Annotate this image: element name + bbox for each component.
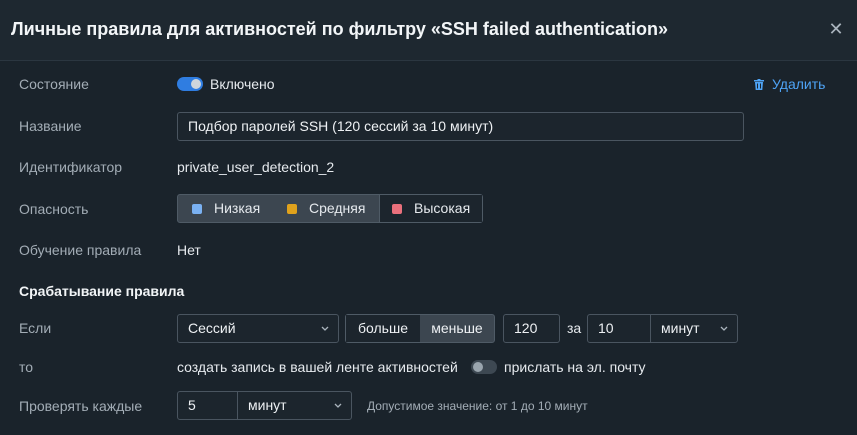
state-label: Состояние	[19, 76, 89, 92]
period-unit-value: минут	[661, 320, 700, 336]
period-unit-select[interactable]: минут	[650, 314, 738, 343]
identifier-label: Идентификатор	[19, 159, 123, 175]
name-label: Название	[19, 118, 82, 134]
severity-option-high[interactable]: Высокая	[379, 195, 482, 222]
high-severity-swatch	[392, 204, 402, 214]
if-label: Если	[19, 320, 52, 336]
toggle-knob	[473, 362, 483, 372]
toggle-knob	[191, 79, 201, 89]
chevron-down-icon	[334, 403, 342, 408]
trash-icon	[754, 79, 764, 90]
close-icon[interactable]: ✕	[826, 19, 846, 39]
learning-value: Нет	[177, 242, 201, 258]
comparison-selector: больше меньше	[345, 314, 495, 343]
severity-option-low[interactable]: Низкая	[192, 195, 260, 222]
delete-button[interactable]: Удалить	[754, 76, 825, 92]
for-label: за	[567, 320, 582, 336]
check-unit-select[interactable]: минут	[237, 391, 352, 420]
name-input[interactable]: Подбор паролей SSH (120 сессий за 10 мин…	[177, 112, 744, 141]
chevron-down-icon	[720, 326, 728, 331]
check-unit-value: минут	[248, 397, 287, 413]
dialog-title: Личные правила для активностей по фильтр…	[11, 19, 668, 39]
check-interval-hint: Допустимое значение: от 1 до 10 минут	[367, 399, 588, 413]
check-interval-input[interactable]: 5	[177, 391, 238, 420]
state-value: Включено	[210, 76, 275, 92]
trigger-section-title: Срабатывание правила	[19, 283, 185, 299]
learning-label: Обучение правила	[19, 242, 142, 258]
then-action: создать запись в вашей ленте активностей	[177, 359, 458, 375]
state-toggle[interactable]	[177, 77, 203, 91]
period-input[interactable]: 10	[587, 314, 651, 343]
compare-greater[interactable]: больше	[346, 315, 420, 342]
metric-select[interactable]: Сессий	[177, 314, 339, 343]
severity-option-medium[interactable]: Средняя	[287, 195, 365, 222]
delete-label: Удалить	[772, 76, 826, 92]
chevron-down-icon	[321, 326, 329, 331]
metric-value: Сессий	[188, 320, 236, 336]
threshold-input[interactable]: 120	[503, 314, 560, 343]
identifier-value: private_user_detection_2	[177, 159, 335, 175]
email-label: прислать на эл. почту	[504, 359, 646, 375]
email-toggle[interactable]	[471, 360, 497, 374]
severity-option-label: Низкая	[214, 200, 261, 216]
low-severity-swatch	[192, 204, 202, 214]
severity-selector: Низкая Средняя Высокая	[177, 194, 483, 223]
severity-option-label: Средняя	[309, 200, 366, 216]
dialog-header: Личные правила для активностей по фильтр…	[0, 0, 857, 61]
compare-less[interactable]: меньше	[420, 315, 494, 342]
severity-label: Опасность	[19, 201, 89, 217]
severity-option-label: Высокая	[414, 200, 471, 216]
check-interval-label: Проверять каждые	[19, 398, 143, 414]
medium-severity-swatch	[287, 204, 297, 214]
then-label: то	[19, 359, 34, 375]
